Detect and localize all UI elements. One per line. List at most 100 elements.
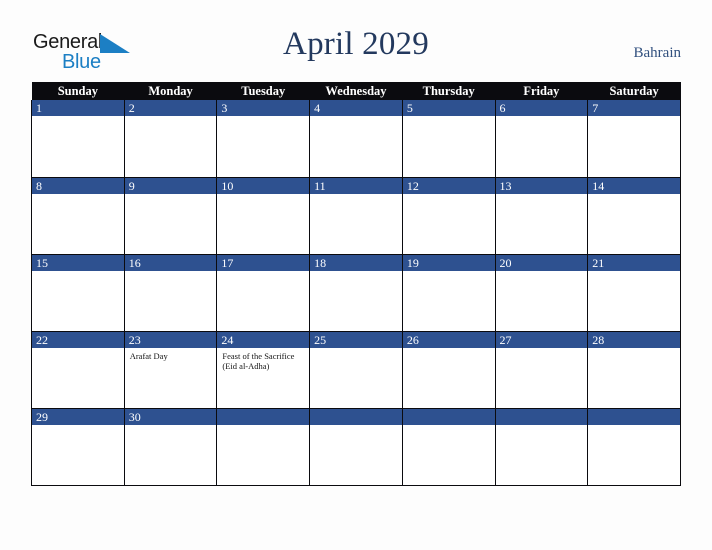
- calendar-cell-day-10[interactable]: 10: [216, 177, 311, 255]
- calendar-cell-day-4[interactable]: 4: [309, 100, 403, 178]
- day-event-text: [588, 271, 680, 274]
- day-number: [588, 408, 680, 425]
- day-event-text: [32, 425, 124, 428]
- day-number: 2: [124, 100, 217, 116]
- calendar-cell-empty: [587, 408, 681, 486]
- weekday-header-saturday: Saturday: [587, 82, 681, 100]
- page-header: General Blue April 2029 Bahrain: [0, 0, 712, 80]
- day-event-text: [125, 116, 217, 119]
- calendar-cell-day-2[interactable]: 2: [123, 100, 218, 178]
- calendar-cell-day-22[interactable]: 22: [31, 331, 125, 409]
- calendar-page: General Blue April 2029 Bahrain Sunday M…: [0, 0, 712, 550]
- calendar-cell-day-11[interactable]: 11: [309, 177, 403, 255]
- day-event-text: [310, 348, 402, 351]
- calendar-cell-day-1[interactable]: 1: [31, 100, 125, 178]
- day-number: 21: [588, 254, 680, 271]
- day-event-text: [217, 116, 309, 119]
- weekday-header-wednesday: Wednesday: [309, 82, 403, 100]
- calendar-cell-day-16[interactable]: 16: [123, 254, 218, 332]
- day-number: 9: [124, 177, 217, 194]
- day-number: 1: [32, 100, 124, 116]
- day-event-text: [125, 194, 217, 197]
- calendar-cell-day-17[interactable]: 17: [216, 254, 311, 332]
- weekday-header-monday: Monday: [124, 82, 217, 100]
- day-number: [495, 408, 588, 425]
- calendar-cell-empty: [309, 408, 403, 486]
- calendar-cell-day-24[interactable]: 24 Feast of the Sacrifice (Eid al-Adha): [216, 331, 311, 409]
- calendar-cell-day-21[interactable]: 21: [587, 254, 681, 332]
- day-number: 11: [310, 177, 402, 194]
- day-number: [217, 408, 310, 425]
- calendar-cell-day-27[interactable]: 27: [494, 331, 589, 409]
- calendar-week-row: 29 30: [31, 408, 681, 486]
- day-number: [310, 408, 402, 425]
- day-event-text: [403, 425, 495, 428]
- day-number: 28: [588, 331, 680, 348]
- page-title: April 2029: [283, 26, 429, 62]
- day-number: 6: [495, 100, 588, 116]
- calendar-cell-day-20[interactable]: 20: [494, 254, 589, 332]
- day-number: 23: [124, 331, 217, 348]
- calendar-cell-day-13[interactable]: 13: [494, 177, 589, 255]
- day-event-text: [310, 194, 402, 197]
- day-event-text: [125, 425, 217, 428]
- day-event-text: [310, 116, 402, 119]
- day-number: 3: [217, 100, 310, 116]
- day-event-text: [403, 194, 495, 197]
- calendar-cell-day-25[interactable]: 25: [309, 331, 403, 409]
- calendar-cell-day-30[interactable]: 30: [123, 408, 218, 486]
- day-event-text: [125, 271, 217, 274]
- day-event-text: [403, 348, 495, 351]
- calendar-cell-day-6[interactable]: 6: [494, 100, 589, 178]
- calendar-cell-day-7[interactable]: 7: [587, 100, 681, 178]
- weekday-header-thursday: Thursday: [402, 82, 496, 100]
- calendar-cell-day-14[interactable]: 14: [587, 177, 681, 255]
- day-number: [402, 408, 495, 425]
- calendar-cell-day-15[interactable]: 15: [31, 254, 125, 332]
- day-number: 22: [32, 331, 124, 348]
- day-event-text: [310, 271, 402, 274]
- day-event-text: [217, 271, 309, 274]
- day-event-text: [588, 116, 680, 119]
- day-event-text: [217, 194, 309, 197]
- day-number: 20: [495, 254, 588, 271]
- calendar-week-row: 22 23 Arafat Day 24 Feast of the Sacrifice (…: [31, 331, 681, 409]
- calendar-cell-day-18[interactable]: 18: [309, 254, 403, 332]
- day-event-text: [403, 116, 495, 119]
- calendar-cell-day-9[interactable]: 9: [123, 177, 218, 255]
- day-number: 18: [310, 254, 402, 271]
- day-event-text: [496, 271, 588, 274]
- day-number: 25: [310, 331, 402, 348]
- day-number: 24: [217, 331, 310, 348]
- calendar-cell-day-12[interactable]: 12: [401, 177, 496, 255]
- day-event-text: [588, 194, 680, 197]
- day-event-text: [32, 116, 124, 119]
- day-number: 4: [310, 100, 402, 116]
- day-number: 17: [217, 254, 310, 271]
- calendar-cell-day-3[interactable]: 3: [216, 100, 311, 178]
- day-number: 26: [402, 331, 495, 348]
- weekday-header-tuesday: Tuesday: [216, 82, 310, 100]
- calendar-cell-day-28[interactable]: 28: [587, 331, 681, 409]
- calendar-cell-day-8[interactable]: 8: [31, 177, 125, 255]
- day-event-text: [588, 348, 680, 351]
- calendar-cell-empty: [216, 408, 311, 486]
- calendar-cell-day-19[interactable]: 19: [401, 254, 496, 332]
- day-event-text: [496, 116, 588, 119]
- day-number: 14: [588, 177, 680, 194]
- day-event-text: [496, 194, 588, 197]
- day-number: 13: [495, 177, 588, 194]
- calendar-week-row: 15 16 17 18 19 20 21: [31, 254, 681, 332]
- calendar-cell-empty: [401, 408, 496, 486]
- day-event-text: [32, 194, 124, 197]
- calendar-cell-day-5[interactable]: 5: [401, 100, 496, 178]
- calendar-cell-day-29[interactable]: 29: [31, 408, 125, 486]
- day-event-text: [32, 271, 124, 274]
- day-event-text: [32, 348, 124, 351]
- day-event-text: [588, 425, 680, 428]
- day-number: 27: [495, 331, 588, 348]
- day-event-text: [496, 425, 588, 428]
- calendar-cell-day-26[interactable]: 26: [401, 331, 496, 409]
- day-event-text: [496, 348, 588, 351]
- calendar-cell-day-23[interactable]: 23 Arafat Day: [123, 331, 218, 409]
